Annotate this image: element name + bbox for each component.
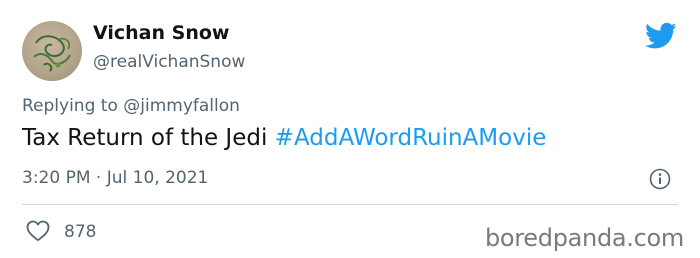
hashtag-link[interactable]: #AddAWordRuinAMovie: [275, 125, 547, 151]
avatar-image: [33, 35, 71, 72]
twitter-bird-icon[interactable]: [645, 22, 677, 50]
heart-icon[interactable]: [26, 220, 50, 242]
tweet-text: Tax Return of the Jedi #AddAWordRuinAMov…: [22, 125, 546, 151]
avatar[interactable]: [22, 21, 82, 81]
watermark: boredpanda.com: [484, 224, 684, 252]
like-count: 878: [64, 222, 97, 242]
info-icon[interactable]: [649, 168, 671, 190]
replying-to: Replying to @jimmyfallon: [22, 96, 240, 116]
reply-mention-link[interactable]: @jimmyfallon: [123, 96, 240, 116]
replying-to-label: Replying to: [22, 96, 118, 116]
tweet-timestamp[interactable]: 3:20 PM · Jul 10, 2021: [22, 168, 208, 188]
author-display-name[interactable]: Vichan Snow: [93, 22, 229, 44]
author-handle[interactable]: @realVichanSnow: [93, 52, 245, 72]
divider: [22, 204, 678, 205]
tweet-body: Tax Return of the Jedi: [22, 125, 268, 151]
